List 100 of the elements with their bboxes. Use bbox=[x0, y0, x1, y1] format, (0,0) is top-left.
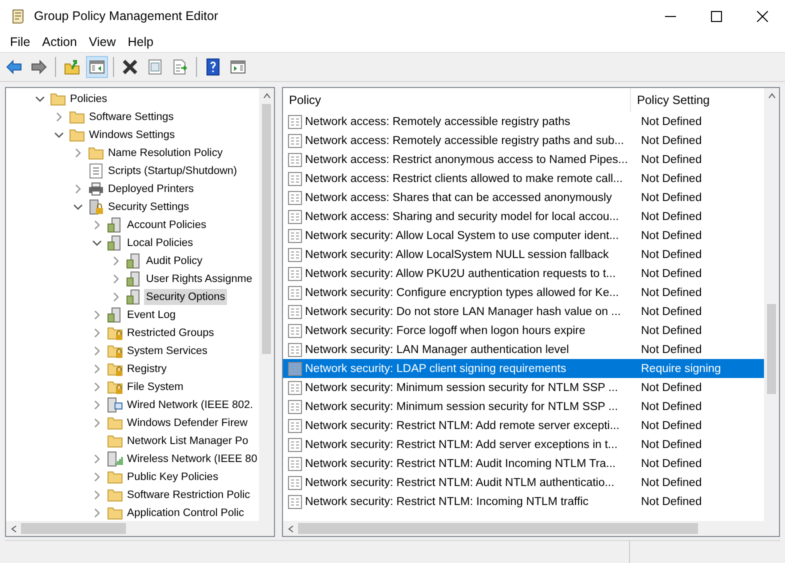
server-icon bbox=[126, 253, 142, 269]
printer-icon bbox=[88, 181, 104, 197]
policy-icon bbox=[288, 134, 302, 148]
table-row[interactable]: Network security: Minimum session security for NTLM SSP ... Not Defined bbox=[283, 378, 764, 397]
close-icon[interactable] bbox=[756, 10, 768, 22]
tree-item[interactable]: Security Settings bbox=[106, 199, 192, 215]
policy-name: Network security: LDAP client signing requirements bbox=[305, 362, 568, 374]
policy-setting: Require signing bbox=[640, 362, 721, 374]
policy-name: Network access: Remotely accessible registry paths and sub... bbox=[305, 134, 625, 146]
menu-item[interactable]: Help bbox=[122, 35, 160, 49]
tree-item[interactable]: Security Options bbox=[144, 289, 228, 305]
folder-icon bbox=[88, 145, 104, 161]
menu-item[interactable]: Action bbox=[36, 35, 83, 49]
table-row[interactable]: Network access: Restrict clients allowed to make remote call... Not Defined bbox=[283, 169, 764, 188]
locked-folder-icon bbox=[107, 325, 123, 341]
tree-item[interactable]: Software Restriction Polic bbox=[125, 487, 252, 503]
policy-icon bbox=[288, 342, 302, 356]
tree-item[interactable]: Policies bbox=[68, 91, 110, 107]
tree-item[interactable]: Windows Settings bbox=[87, 127, 177, 143]
policy-icon bbox=[288, 494, 302, 508]
tree-item[interactable]: File System bbox=[125, 379, 186, 395]
table-row[interactable]: Network security: LAN Manager authentication level Not Defined bbox=[283, 340, 764, 359]
table-row[interactable]: Network security: Restrict NTLM: Audit Incoming NTLM Tra... Not Defined bbox=[283, 454, 764, 473]
scrollbar-thumb[interactable] bbox=[262, 104, 271, 354]
table-row[interactable]: Network security: Do not store LAN Manager hash value on ... Not Defined bbox=[283, 302, 764, 321]
scroll-up-icon[interactable] bbox=[768, 92, 776, 100]
policy-setting: Not Defined bbox=[640, 438, 702, 450]
locked-folder-icon bbox=[107, 343, 123, 359]
server-icon bbox=[126, 271, 142, 287]
table-row[interactable]: Network access: Restrict anonymous access to Named Pipes... Not Defined bbox=[283, 150, 764, 169]
table-row[interactable]: Network security: Configure encryption types allowed for Ke... Not Defined bbox=[283, 283, 764, 302]
policy-name: Network security: Restrict NTLM: Add server exceptions in t... bbox=[305, 438, 619, 450]
tree-item[interactable]: Application Control Polic bbox=[125, 505, 246, 521]
policy-setting: Not Defined bbox=[640, 230, 702, 242]
scroll-up-icon[interactable] bbox=[262, 92, 270, 100]
policy-name: Network security: LAN Manager authentication level bbox=[305, 344, 570, 356]
policy-name: Network security: Force logoff when logon hours expire bbox=[305, 324, 586, 336]
policy-name: Network access: Shares that can be accessed anonymously bbox=[305, 192, 613, 204]
tree-item[interactable]: Public Key Policies bbox=[125, 469, 220, 485]
table-row[interactable]: Network security: LDAP client signing requirements Require signing bbox=[283, 359, 764, 378]
policy-icon bbox=[288, 266, 302, 280]
table-row[interactable]: Network security: Force logoff when logon hours expire Not Defined bbox=[283, 321, 764, 340]
folder-icon bbox=[107, 487, 123, 503]
vertical-scrollbar[interactable] bbox=[259, 88, 274, 521]
tree-item[interactable]: Name Resolution Policy bbox=[106, 145, 225, 161]
table-row[interactable]: Network security: Minimum session security for NTLM SSP ... Not Defined bbox=[283, 397, 764, 416]
folder-icon bbox=[107, 433, 123, 449]
policy-name: Network access: Restrict anonymous access to Named Pipes... bbox=[305, 154, 629, 166]
table-row[interactable]: Network access: Sharing and security model for local accou... Not Defined bbox=[283, 207, 764, 226]
policy-icon bbox=[288, 418, 302, 432]
tree-item[interactable]: Deployed Printers bbox=[106, 181, 196, 197]
scrollbar-thumb[interactable] bbox=[298, 523, 698, 534]
policy-name: Network security: Allow PKU2U authentication requests to t... bbox=[305, 268, 617, 280]
column-header[interactable]: Policy bbox=[283, 88, 631, 112]
scroll-left-icon[interactable] bbox=[286, 524, 294, 532]
table-row[interactable]: Network access: Shares that can be accessed anonymously Not Defined bbox=[283, 188, 764, 207]
tree-item[interactable]: Event Log bbox=[125, 307, 178, 323]
tree-item[interactable]: Audit Policy bbox=[144, 253, 204, 269]
horizontal-scrollbar[interactable] bbox=[6, 521, 274, 536]
policy-icon bbox=[288, 362, 302, 376]
column-header[interactable]: Policy Setting bbox=[631, 88, 710, 112]
scroll-left-icon[interactable] bbox=[10, 524, 18, 532]
vertical-scrollbar[interactable] bbox=[764, 88, 779, 521]
tree-item[interactable]: Restricted Groups bbox=[125, 325, 216, 341]
scrollbar-thumb[interactable] bbox=[767, 304, 776, 394]
table-row[interactable]: Network security: Restrict NTLM: Add remote server excepti... Not Defined bbox=[283, 416, 764, 435]
locked-folder-icon bbox=[107, 361, 123, 377]
maximize-icon[interactable] bbox=[710, 10, 722, 22]
table-row[interactable]: Network security: Restrict NTLM: Add server exceptions in t... Not Defined bbox=[283, 435, 764, 454]
policy-setting: Not Defined bbox=[640, 382, 702, 394]
table-row[interactable]: Network security: Restrict NTLM: Audit NTLM authenticatio... Not Defined bbox=[283, 473, 764, 492]
tree-item[interactable]: User Rights Assignme bbox=[144, 271, 254, 287]
server-icon bbox=[107, 217, 123, 233]
policy-icon bbox=[288, 114, 302, 128]
table-row[interactable]: Network access: Remotely accessible registry paths Not Defined bbox=[283, 112, 764, 131]
policy-name: Network access: Restrict clients allowed to make remote call... bbox=[305, 172, 624, 184]
tree-item[interactable]: Local Policies bbox=[125, 235, 196, 251]
server-icon bbox=[107, 307, 123, 323]
tree-item[interactable]: Software Settings bbox=[87, 109, 176, 125]
tree-item[interactable]: Registry bbox=[125, 361, 169, 377]
table-row[interactable]: Network security: Allow PKU2U authentication requests to t... Not Defined bbox=[283, 264, 764, 283]
tree-item[interactable]: Account Policies bbox=[125, 217, 208, 233]
table-row[interactable]: Network access: Remotely accessible registry paths and sub... Not Defined bbox=[283, 131, 764, 150]
show-tree-icon[interactable] bbox=[86, 56, 108, 78]
policy-icon bbox=[288, 190, 302, 204]
table-row[interactable]: Network security: Allow LocalSystem NULL session fallback Not Defined bbox=[283, 245, 764, 264]
tree-item[interactable]: Windows Defender Firew bbox=[125, 415, 250, 431]
table-row[interactable]: Network security: Restrict NTLM: Incoming NTLM traffic Not Defined bbox=[283, 492, 764, 511]
scrollbar-thumb[interactable] bbox=[21, 523, 126, 534]
table-row[interactable]: Network security: Allow Local System to use computer ident... Not Defined bbox=[283, 226, 764, 245]
tree-item[interactable]: Network List Manager Po bbox=[125, 433, 250, 449]
horizontal-scrollbar[interactable] bbox=[283, 521, 779, 536]
policy-setting: Not Defined bbox=[640, 248, 702, 260]
menu-item[interactable]: File bbox=[4, 35, 36, 49]
locked-folder-icon bbox=[107, 379, 123, 395]
tree-item[interactable]: System Services bbox=[125, 343, 210, 359]
tree-item[interactable]: Wireless Network (IEEE 80 bbox=[125, 451, 259, 467]
tree-item[interactable]: Scripts (Startup/Shutdown) bbox=[106, 163, 240, 179]
menu-item[interactable]: View bbox=[82, 35, 122, 49]
tree-item[interactable]: Wired Network (IEEE 802. bbox=[125, 397, 256, 413]
